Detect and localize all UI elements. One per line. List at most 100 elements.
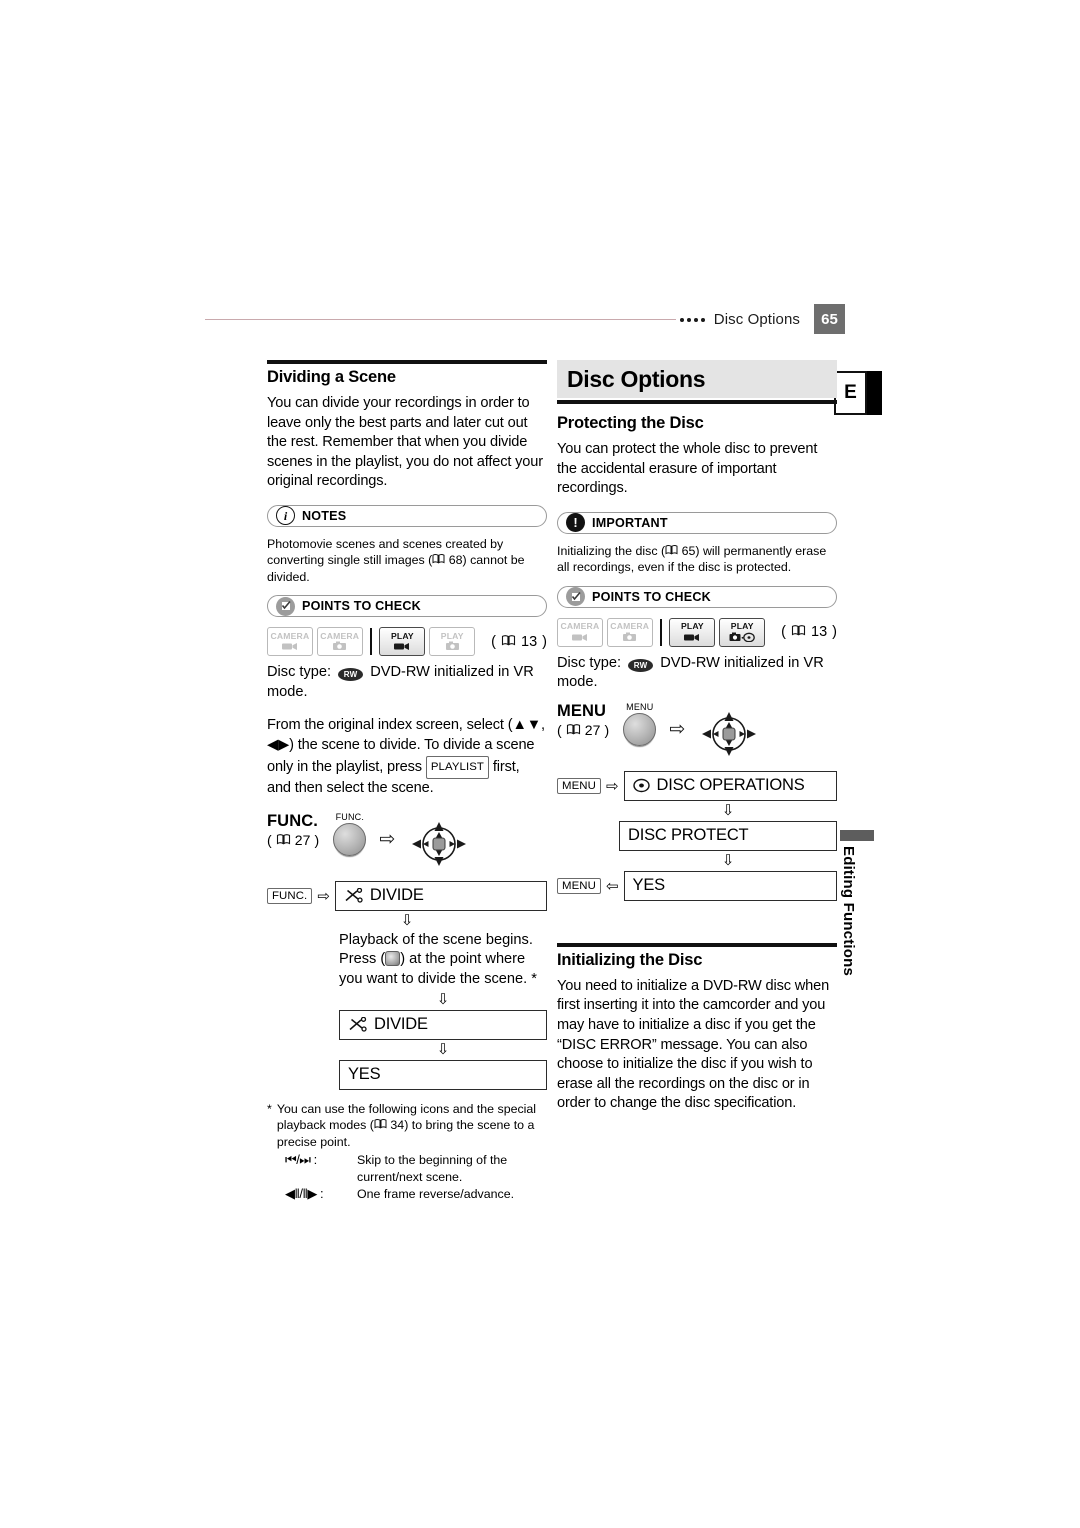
menu-item-divide[interactable]: DIVIDE — [334, 880, 547, 911]
func-page-number: 27 — [294, 831, 311, 848]
points-to-check-label: POINTS TO CHECK — [592, 589, 711, 604]
important-label: IMPORTANT — [592, 515, 668, 530]
mode-key-camera-photo: CAMERA — [606, 617, 653, 647]
instr-part1: From the original index screen, select ( — [267, 717, 513, 734]
flow-step-divide-2: DIVIDE — [267, 1009, 547, 1040]
important-ref-page: 65 — [681, 543, 696, 558]
arrow-left-icon: ⇦ — [605, 877, 619, 895]
mode-icons-row-right: CAMERA CAMERA PLAY PLAY (13) — [557, 617, 837, 647]
menu-item-label: DIVIDE — [369, 886, 424, 905]
mode-key-label: CAMERA — [320, 630, 360, 641]
book-icon — [432, 552, 445, 568]
disc-type-label: Disc type: — [557, 654, 622, 671]
mode-key-label: CAMERA — [610, 621, 650, 632]
page-header: Disc Options 65 — [205, 304, 845, 334]
mode-key-label: CAMERA — [270, 630, 310, 641]
menu-key[interactable]: MENU — [557, 877, 601, 894]
book-icon — [566, 721, 581, 740]
disc-type-label: Disc type: — [267, 664, 332, 681]
menu-label-block: MENU (27) — [557, 702, 609, 740]
disc-type-left: Disc type: RW DVD-RW initialized in VR m… — [267, 663, 547, 702]
flow-step-disc-operations: MENU ⇨ DISC OPERATIONS — [557, 770, 837, 801]
heading-rules — [557, 942, 837, 947]
joystick-icon[interactable] — [698, 708, 760, 765]
mode-key-play-movie: PLAY — [379, 627, 426, 657]
func-key[interactable]: FUNC. — [267, 887, 313, 904]
notes-ref-page: 68 — [448, 553, 463, 568]
menu-button-cap: MENU — [626, 701, 654, 712]
mode-key-label: PLAY — [730, 621, 754, 632]
menu-page-ref: (27) — [557, 721, 610, 740]
points-to-check-label: POINTS TO CHECK — [302, 599, 421, 614]
banner-bg: Disc Options — [557, 360, 837, 398]
footnote-row: ⏮/⏭ : Skip to the beginning of the curre… — [285, 1152, 547, 1185]
func-button-circle[interactable] — [333, 822, 367, 856]
disc-type-right: Disc type: RW DVD-RW initialized in VR m… — [557, 654, 837, 693]
notes-callout: i NOTES — [267, 504, 547, 527]
book-icon — [791, 624, 806, 640]
divide-instruction: From the original index screen, select (… — [267, 716, 547, 798]
footnote-row: ◀‖/‖▶ : One frame reverse/advance. — [285, 1186, 547, 1203]
menu-item-label: YES — [632, 876, 666, 895]
mode-key-camera-movie: CAMERA — [267, 627, 313, 657]
mode-divider — [659, 618, 663, 646]
arrow-right-icon: ⇨ — [605, 777, 619, 795]
arrow-right-icon: ⇨ — [317, 887, 330, 905]
joystick-leftright-glyph: ◀▶ — [267, 736, 290, 753]
menu-item-label: DISC OPERATIONS — [656, 776, 805, 795]
side-tab: Editing Functions — [840, 830, 876, 976]
menu-item-label: DISC PROTECT — [628, 826, 749, 845]
mode-key-play-photo: PLAY — [429, 627, 476, 657]
skip-desc: Skip to the beginning of the current/nex… — [357, 1153, 508, 1184]
menu-control-flow: MENU (27) MENU ⇨ — [557, 702, 837, 765]
func-physical-button[interactable]: FUNC. — [333, 812, 367, 856]
footnote-marker: * — [267, 1101, 272, 1116]
right-column: Disc Options Protecting the Disc You can… — [557, 360, 837, 1127]
important-text: Initializing the disc ( 65) will permane… — [557, 543, 837, 576]
menu-item-yes[interactable]: YES — [339, 1059, 547, 1090]
menu-button-circle[interactable] — [623, 712, 657, 746]
info-icon: i — [276, 506, 295, 526]
exclamation-icon: ! — [566, 513, 585, 533]
mode-key-label: PLAY — [440, 630, 464, 641]
camera-icon — [332, 641, 347, 652]
divide-scissors-icon — [348, 1017, 367, 1032]
book-icon — [276, 831, 291, 850]
disc-icon — [632, 778, 650, 793]
arrow-down-icon: ⇩ — [436, 990, 450, 1008]
camera-icon — [622, 631, 637, 642]
menu-physical-button[interactable]: MENU — [623, 701, 657, 746]
flow-playback-text: Playback of the scene begins. Press () a… — [267, 931, 547, 990]
playlist-button[interactable]: PLAYLIST — [425, 755, 489, 780]
mode-key-camera-photo: CAMERA — [316, 627, 363, 657]
mode-icons-row-left: CAMERA CAMERA PLAY PLAY (13) — [267, 627, 547, 657]
header-rule — [205, 319, 676, 320]
flow-step-lead: FUNC. ⇨ — [267, 887, 330, 905]
dividing-a-scene-heading: Dividing a Scene — [267, 360, 547, 387]
mode-key-label: PLAY — [390, 630, 414, 641]
arrow-down-icon: ⇩ — [436, 1040, 450, 1058]
menu-item-yes[interactable]: YES — [623, 870, 837, 901]
section-title: Initializing the Disc — [557, 950, 703, 969]
func-label: FUNC. — [267, 811, 318, 830]
footnote-ref-page: 34 — [390, 1118, 405, 1133]
menu-item-label: DIVIDE — [374, 1015, 428, 1034]
frame-step-desc: One frame reverse/advance. — [357, 1186, 515, 1201]
flow-step-disc-protect: DISC PROTECT — [557, 820, 837, 851]
menu-item-disc-protect[interactable]: DISC PROTECT — [619, 820, 837, 851]
flow-step-yes: YES — [267, 1059, 547, 1090]
notes-label: NOTES — [302, 508, 347, 523]
play-photo-disc-icon — [729, 631, 756, 642]
joystick-press-icon — [385, 951, 401, 967]
disc-options-banner: Disc Options — [557, 360, 837, 404]
arrow-down-icon: ⇩ — [721, 801, 735, 819]
dvd-rw-disc-icon: RW — [338, 668, 364, 682]
func-control-flow: FUNC. (27) FUNC. ⇨ — [267, 812, 547, 875]
joystick-icon[interactable] — [408, 818, 470, 875]
menu-key[interactable]: MENU — [557, 777, 601, 794]
menu-item-disc-operations[interactable]: DISC OPERATIONS — [623, 770, 837, 801]
book-icon — [374, 1117, 387, 1134]
menu-item-divide-confirm[interactable]: DIVIDE — [339, 1009, 547, 1040]
footnote-icon-rows: ⏮/⏭ : Skip to the beginning of the curre… — [267, 1152, 547, 1202]
edition-letter: E — [834, 371, 867, 415]
